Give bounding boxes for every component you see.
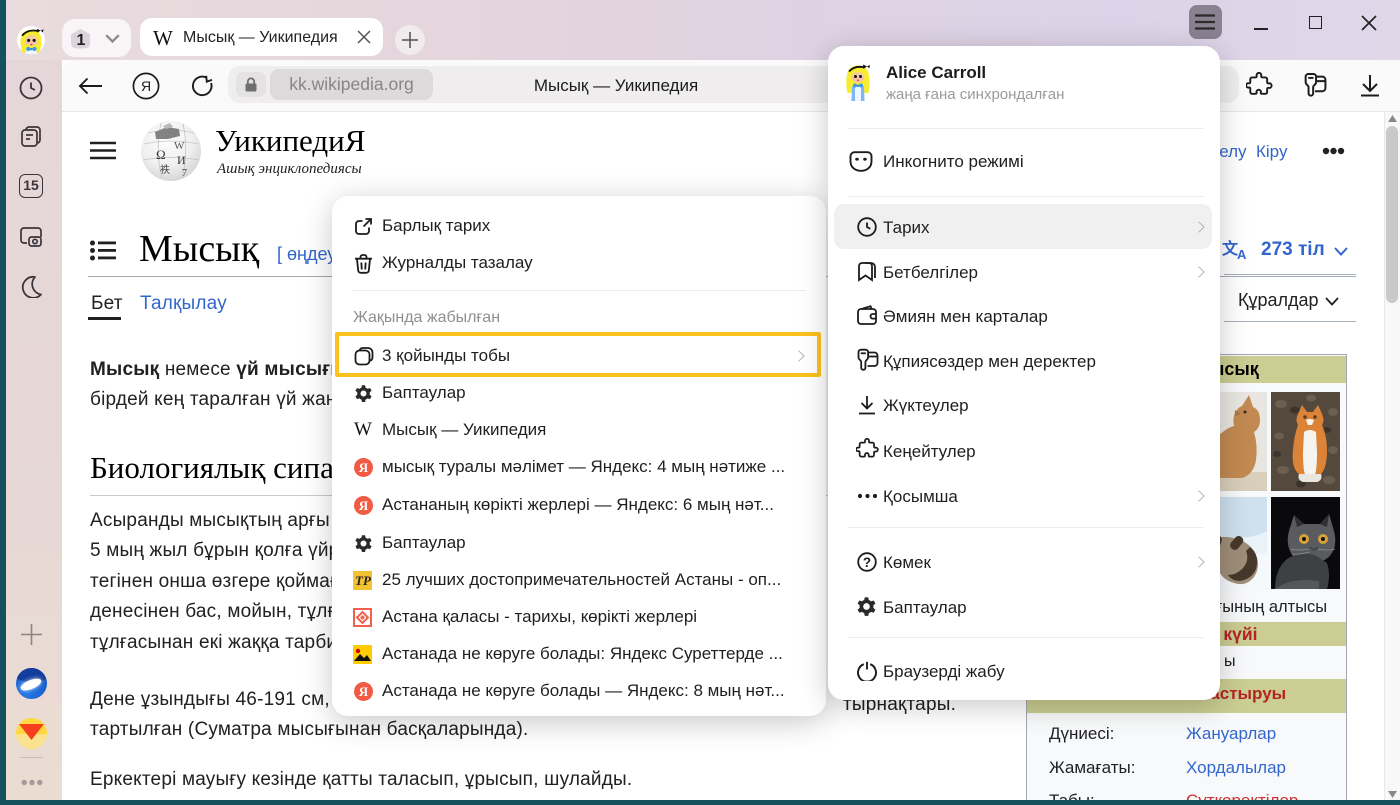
svg-text:W: W [174, 140, 185, 152]
svg-text:1: 1 [77, 32, 86, 49]
svg-text:袟: 袟 [160, 163, 170, 176]
svg-text:?: ? [863, 555, 871, 570]
svg-text:A: A [1237, 247, 1247, 260]
svg-text:И: И [177, 153, 186, 167]
svg-text:7: 7 [182, 168, 187, 179]
svg-text:Я: Я [141, 78, 151, 94]
svg-text:ТР: ТР [355, 573, 372, 588]
svg-text:Ω: Ω [156, 147, 166, 162]
